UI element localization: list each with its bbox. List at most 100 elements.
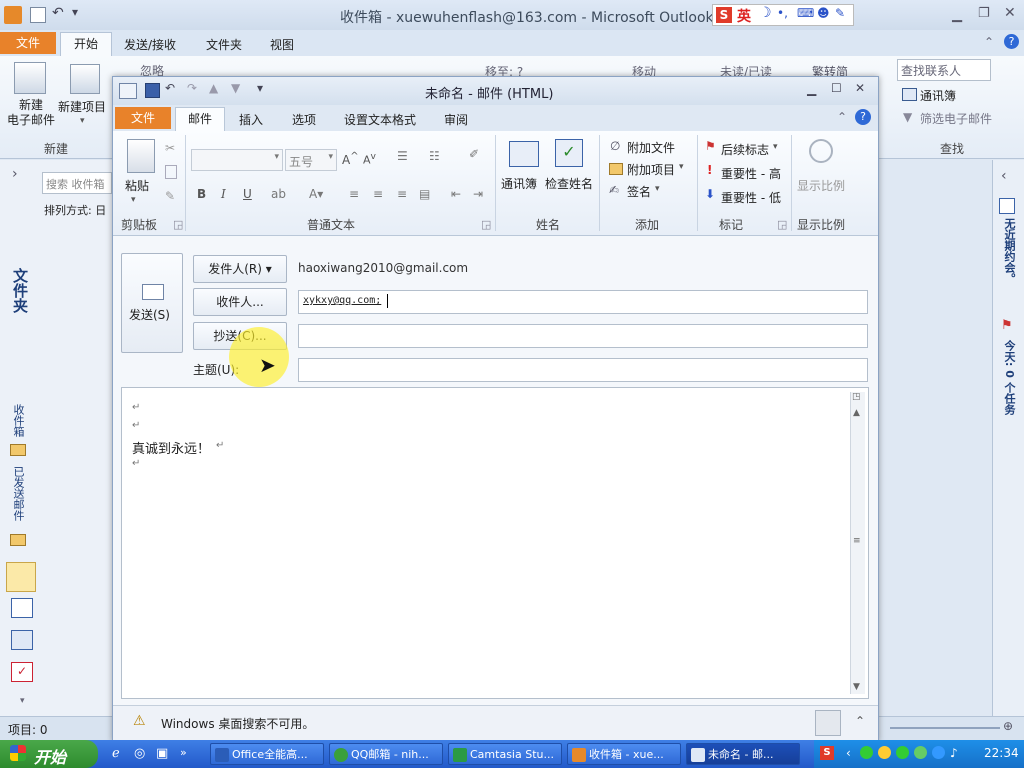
to-input[interactable]: xykxy@qq.com; (298, 290, 868, 314)
align-right-icon[interactable]: ≡ (397, 187, 407, 201)
compose-customize-icon[interactable]: ▾ (257, 81, 263, 95)
expand-pane-icon[interactable]: › (12, 166, 18, 182)
ruler-toggle-icon[interactable]: ◳ (852, 392, 861, 402)
shrink-font-icon[interactable]: Av (363, 151, 376, 167)
check-names-icon[interactable]: ✓ (555, 139, 583, 167)
decrease-indent-icon[interactable]: ⇤ (451, 187, 461, 201)
send-button[interactable]: 发送(S) (121, 253, 183, 353)
punct-icon[interactable]: •, (777, 6, 788, 20)
tray-sogou-icon[interactable]: S (820, 746, 834, 760)
quicklaunch-app-icon[interactable]: ◎ (134, 746, 145, 761)
contacts-nav-icon[interactable] (11, 630, 33, 650)
restore-icon[interactable]: ❐ (978, 6, 990, 21)
bold-icon[interactable]: B (197, 187, 206, 201)
main-tab-home[interactable]: 开始 (60, 32, 112, 57)
task-inbox[interactable]: 收件箱 - xue... (567, 743, 681, 765)
compose-minimize-icon[interactable]: ▁ (807, 82, 816, 96)
numbering-icon[interactable]: ☷ (429, 149, 440, 163)
compose-help-icon[interactable]: ? (855, 109, 871, 125)
compose-tab-insert[interactable]: 插入 (239, 111, 263, 128)
signature-button[interactable]: 签名 (627, 183, 651, 200)
zoom-magnifier-icon[interactable] (809, 139, 833, 163)
to-button[interactable]: 收件人... (193, 288, 287, 316)
save-icon[interactable] (145, 83, 160, 98)
main-address-book-button[interactable]: 通讯簿 (920, 87, 956, 104)
people-pane-expand-icon[interactable]: ⌃ (855, 714, 865, 728)
compose-tab-file[interactable]: 文件 (115, 107, 171, 129)
paste-dropdown-icon[interactable]: ▾ (131, 195, 136, 205)
increase-indent-icon[interactable]: ⇥ (473, 187, 483, 201)
tray-network-icon[interactable] (932, 746, 945, 759)
moon-icon[interactable]: ☽ (759, 5, 772, 21)
paste-icon[interactable] (127, 139, 155, 173)
font-name-select[interactable]: ▾ (191, 149, 283, 171)
check-names-button[interactable]: 检查姓名 (545, 175, 593, 192)
tray-app-icon[interactable] (914, 746, 927, 759)
quicklaunch-show-desktop-icon[interactable]: ▣ (156, 746, 168, 761)
compose-collapse-icon[interactable]: ⌃ (837, 110, 847, 124)
justify-icon[interactable]: ▤ (419, 187, 430, 201)
main-tab-send-receive[interactable]: 发送/接收 (124, 36, 176, 53)
people-pane-avatar[interactable] (815, 710, 841, 736)
task-qqmail[interactable]: QQ邮箱 - nih... (329, 743, 443, 765)
calendar-nav-icon[interactable] (11, 598, 33, 618)
new-items-button[interactable]: 新建项目 (58, 98, 106, 115)
attach-file-button[interactable]: 附加文件 (627, 139, 675, 156)
underline-icon[interactable]: U (243, 187, 252, 201)
font-size-select[interactable]: 五号 ▾ (285, 149, 337, 171)
quicklaunch-expand-icon[interactable]: » (180, 746, 187, 759)
clipboard-launcher-icon[interactable]: ◲ (173, 218, 183, 231)
message-body[interactable]: ↵ ↵ 真诚到永远！ ↵ ↵ ◳ ▲ ≡ ▼ (121, 387, 869, 699)
new-email-icon[interactable] (14, 62, 46, 94)
start-button[interactable]: 开始 (0, 740, 98, 768)
close-icon[interactable]: ✕ (1004, 5, 1016, 21)
task-office[interactable]: Office全能高... (210, 743, 324, 765)
quicklaunch-ie-icon[interactable]: ℯ (112, 746, 120, 761)
italic-icon[interactable]: I (221, 187, 226, 201)
compose-maximize-icon[interactable]: ☐ (831, 81, 842, 95)
expand-todo-icon[interactable]: ‹ (1001, 168, 1007, 184)
vertical-scrollbar[interactable]: ◳ ▲ ≡ ▼ (850, 392, 865, 694)
format-painter-icon[interactable]: ✎ (165, 189, 175, 203)
main-tab-file[interactable]: 文件 (0, 32, 56, 54)
attach-item-dropdown-icon[interactable]: ▾ (679, 162, 684, 172)
paste-button[interactable]: 粘贴 (125, 177, 149, 194)
tray-volume-icon[interactable]: ♪ (950, 746, 958, 760)
ribbon-collapse-icon[interactable]: ⌃ (984, 35, 994, 49)
skin-icon[interactable]: ☻ (817, 6, 830, 20)
mail-nav-icon[interactable] (6, 562, 36, 592)
minimize-icon[interactable]: ▁ (952, 8, 962, 23)
address-book-button[interactable]: 通讯簿 (501, 175, 537, 192)
highlight-icon[interactable]: ab (271, 187, 286, 201)
task-compose[interactable]: 未命名 - 邮... (686, 743, 800, 765)
compose-tab-format-text[interactable]: 设置文本格式 (344, 111, 416, 128)
cut-icon[interactable]: ✂ (165, 141, 175, 155)
help-icon[interactable]: ? (1004, 34, 1019, 49)
tasks-nav-icon[interactable]: ✓ (11, 662, 33, 682)
tray-app-icon[interactable] (896, 746, 909, 759)
ime-mode[interactable]: 英 (737, 6, 751, 26)
tray-expand-icon[interactable]: ‹ (846, 746, 851, 760)
zoom-slider[interactable] (890, 727, 1000, 729)
inbox-nav[interactable]: 收件箱 (10, 404, 26, 437)
clear-format-icon[interactable]: ✐ (469, 147, 479, 161)
find-contact-input[interactable]: 查找联系人 (897, 59, 991, 81)
undo-icon[interactable]: ↶ (52, 5, 64, 21)
scroll-down-icon[interactable]: ▼ (853, 682, 860, 692)
from-button[interactable]: 发件人(R) ▾ (193, 255, 287, 283)
clock[interactable]: 22:34 (984, 746, 1019, 760)
tags-launcher-icon[interactable]: ◲ (777, 218, 787, 231)
signature-dropdown-icon[interactable]: ▾ (655, 184, 660, 194)
compose-tab-options[interactable]: 选项 (292, 111, 316, 128)
grow-font-icon[interactable]: A^ (342, 151, 359, 167)
customize-icon[interactable]: ▾ (72, 5, 78, 19)
search-inbox-input[interactable]: 搜索 收件箱 (42, 172, 112, 194)
down-icon[interactable]: ▼ (231, 81, 240, 95)
follow-up-dropdown-icon[interactable]: ▾ (773, 142, 778, 152)
scroll-up-icon[interactable]: ▲ (853, 408, 860, 418)
font-color-icon[interactable]: A▾ (309, 187, 323, 201)
align-center-icon[interactable]: ≡ (373, 187, 383, 201)
main-tab-view[interactable]: 视图 (270, 36, 294, 53)
compose-tab-review[interactable]: 审阅 (444, 111, 468, 128)
task-camtasia[interactable]: Camtasia Stu... (448, 743, 562, 765)
